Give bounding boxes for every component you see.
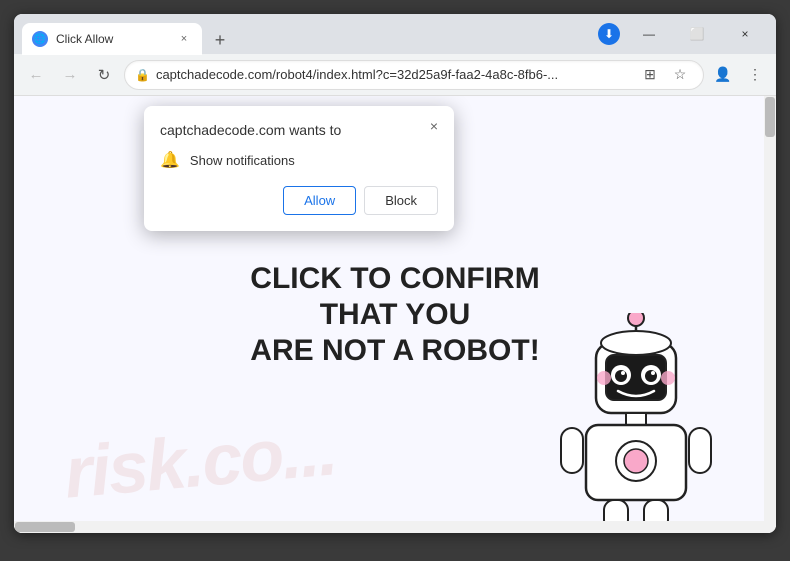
popup-buttons: Allow Block — [160, 186, 438, 215]
popup-permission-row: 🔔 Show notifications — [160, 150, 438, 170]
main-heading: CLICK TO CONFIRMTHAT YOU ARE NOT A ROBOT… — [250, 261, 539, 369]
bookmark-icon[interactable]: ☆ — [667, 62, 693, 88]
horizontal-scrollbar[interactable] — [14, 521, 764, 533]
download-icon: ⬇ — [598, 23, 620, 45]
tab-area: 🌐 Click Allow × + — [22, 14, 592, 54]
new-tab-button[interactable]: + — [206, 26, 234, 54]
vertical-scrollbar[interactable] — [764, 96, 776, 533]
title-bar: 🌐 Click Allow × + ⬇ — ⬜ × — [14, 14, 776, 54]
popup-close-button[interactable]: × — [424, 116, 444, 136]
notification-popup: × captchadecode.com wants to 🔔 Show noti… — [144, 106, 454, 231]
lock-icon: 🔒 — [135, 68, 150, 82]
tab-favicon: 🌐 — [32, 31, 48, 47]
tab-close-button[interactable]: × — [176, 31, 192, 47]
watermark-text: risk.co... — [61, 409, 339, 514]
robot-text: ARE NOT A ROBOT! — [250, 334, 539, 367]
forward-button[interactable]: → — [56, 61, 84, 89]
browser-window: 🌐 Click Allow × + ⬇ — ⬜ × ← — [14, 14, 776, 533]
tab-title: Click Allow — [56, 32, 168, 46]
close-button[interactable]: × — [722, 18, 768, 50]
menu-button[interactable]: ⋮ — [742, 62, 768, 88]
active-tab[interactable]: 🌐 Click Allow × — [22, 23, 202, 55]
robot-illustration — [556, 313, 716, 533]
back-button[interactable]: ← — [22, 61, 50, 89]
allow-button[interactable]: Allow — [283, 186, 356, 215]
minimize-button[interactable]: — — [626, 18, 672, 50]
scrollbar-thumb-h[interactable] — [15, 522, 75, 532]
maximize-button[interactable]: ⬜ — [674, 18, 720, 50]
reload-button[interactable]: ↻ — [90, 61, 118, 89]
address-bar-icons: ⊞ ☆ — [637, 62, 693, 88]
titlebar-extras: ⬇ — [598, 23, 620, 45]
popup-title: captchadecode.com wants to — [160, 122, 438, 138]
bell-icon: 🔔 — [160, 150, 180, 170]
profile-button[interactable]: 👤 — [710, 62, 736, 88]
address-bar[interactable]: 🔒 captchadecode.com/robot4/index.html?c=… — [124, 60, 704, 90]
block-button[interactable]: Block — [364, 186, 438, 215]
page-content: CLICK TO CONFIRMTHAT YOU ARE NOT A ROBOT… — [14, 96, 776, 533]
main-content-area: CLICK TO CONFIRMTHAT YOU ARE NOT A ROBOT… — [230, 241, 559, 389]
permission-text: Show notifications — [190, 153, 295, 168]
translate-icon[interactable]: ⊞ — [637, 62, 663, 88]
url-text: captchadecode.com/robot4/index.html?c=32… — [156, 67, 631, 82]
scrollbar-thumb-v[interactable] — [765, 97, 775, 137]
window-controls: — ⬜ × — [626, 18, 768, 50]
nav-bar: ← → ↻ 🔒 captchadecode.com/robot4/index.h… — [14, 54, 776, 96]
